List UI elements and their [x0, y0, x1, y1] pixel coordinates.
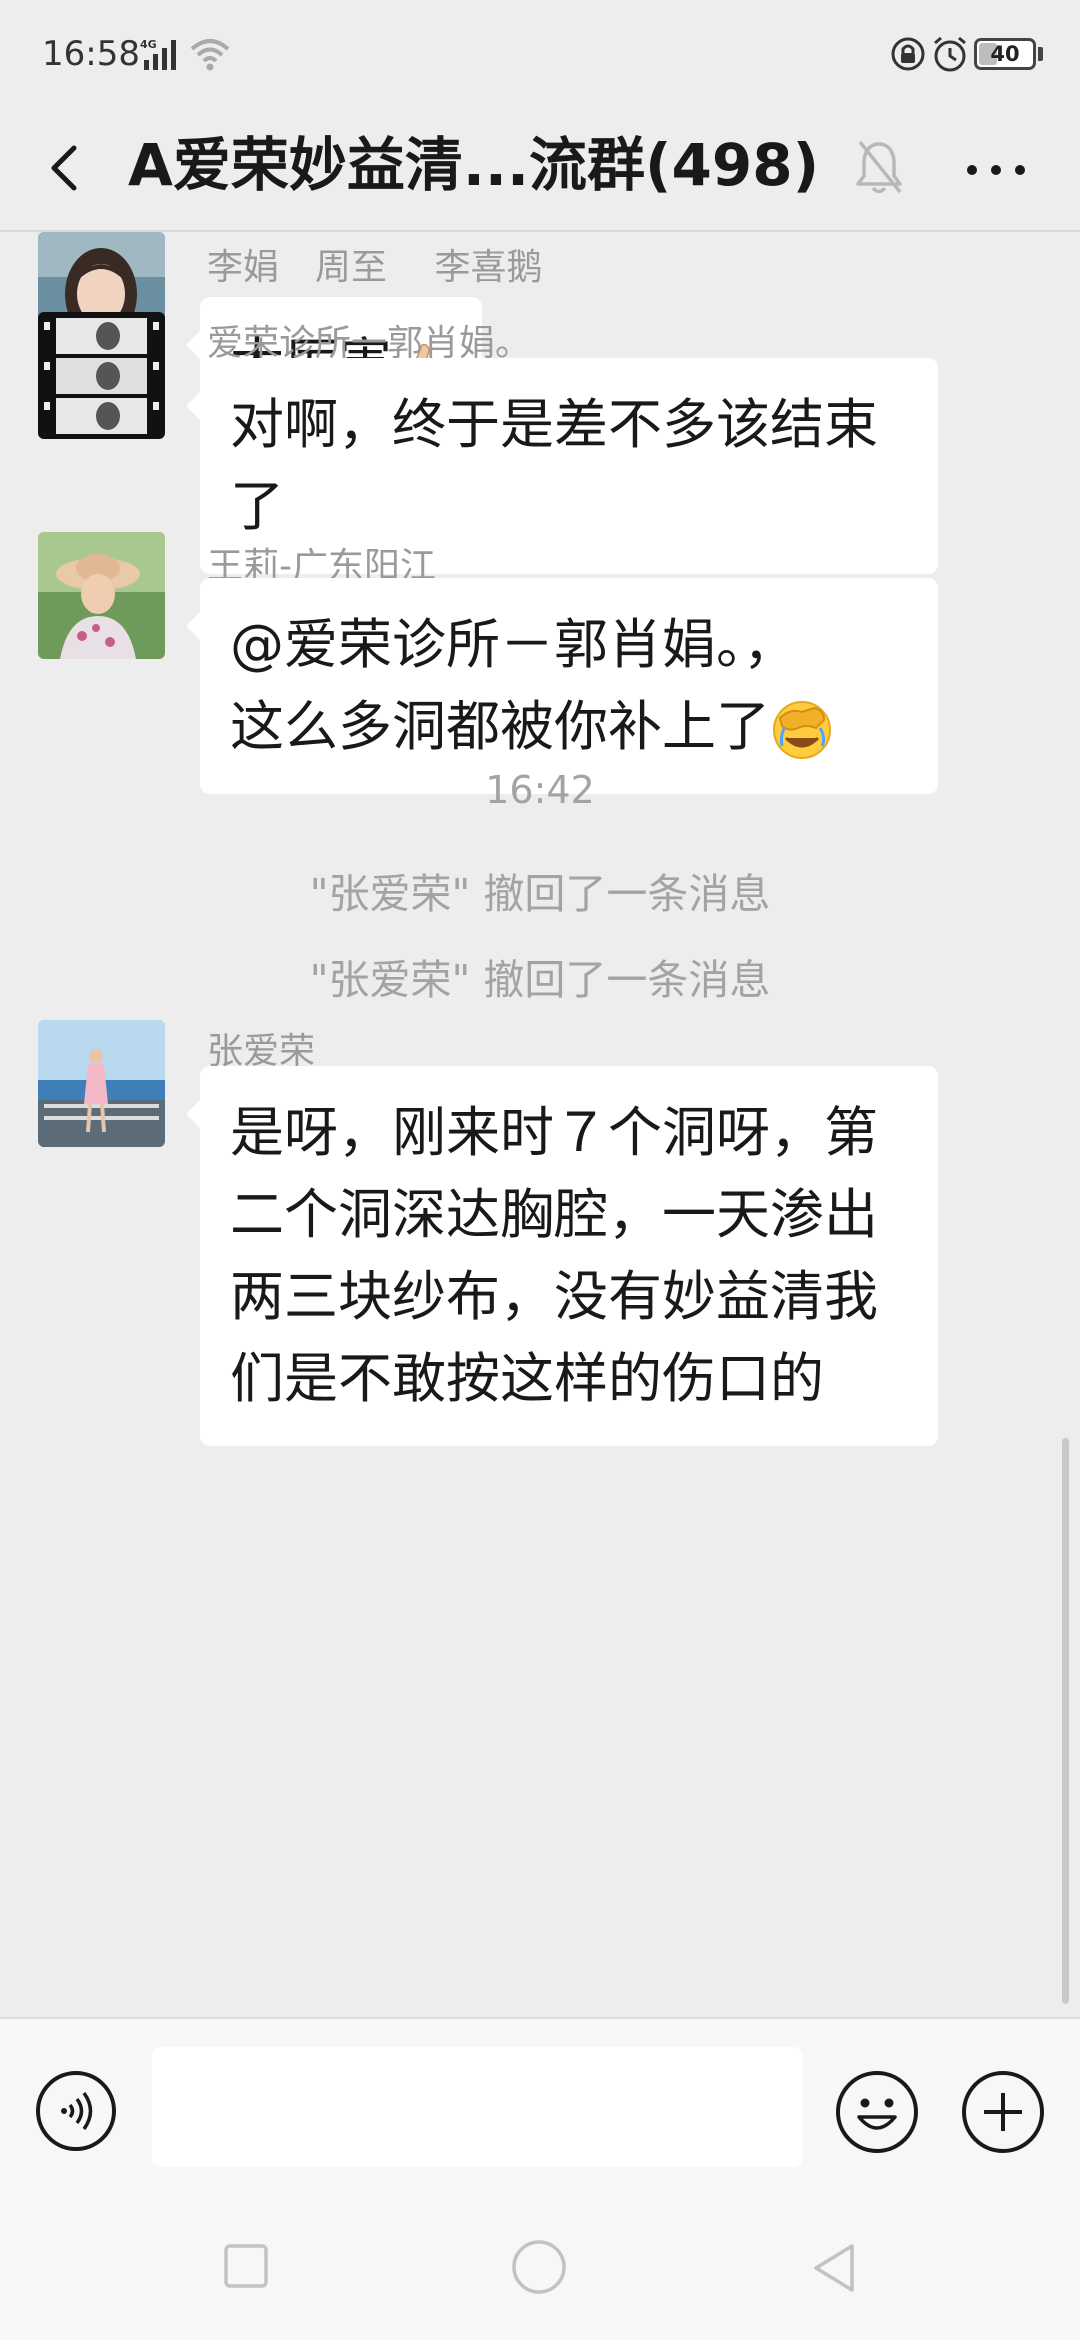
chat-screen: 16:58 4G 40 A爱荣妙益清...流群(498) 李娟 周至 李喜鹅 爱…	[0, 0, 1080, 2340]
input-bar	[0, 2017, 1080, 2200]
recall-notice: "张爱荣" 撤回了一条消息	[309, 870, 771, 918]
message-bubble[interactable]: 是呀，刚来时７个洞呀，第 二个洞深达胸腔，一天渗出 两三块纱布，没有妙益清我 们…	[186, 1066, 938, 1446]
message-text: 二个洞深达胸腔，一天渗出	[230, 1183, 878, 1246]
message-text: 对啊，终于是差不多该结束	[230, 393, 878, 456]
voice-icon[interactable]	[34, 2069, 118, 2153]
nav-back-icon[interactable]	[806, 2240, 862, 2296]
status-bar: 16:58 4G 40	[0, 0, 1080, 110]
avatar[interactable]	[38, 532, 165, 659]
battery-percent: 40	[990, 42, 1020, 66]
message-text: 这么多洞都被你补上了	[230, 695, 770, 758]
alarm-icon	[934, 36, 966, 72]
emoji-icon[interactable]	[834, 2069, 920, 2155]
bell-muted-icon	[856, 140, 902, 194]
message-text: 是呀，刚来时７个洞呀，第	[230, 1101, 878, 1164]
scrollbar[interactable]	[1062, 1438, 1069, 2004]
plus-icon[interactable]	[960, 2069, 1046, 2155]
battery-tip	[1038, 47, 1043, 61]
avatar[interactable]	[38, 312, 165, 439]
message-line: 这么多洞都被你补上了	[230, 686, 908, 768]
message-bubble[interactable]: @爱荣诊所－郭肖娟。， 这么多洞都被你补上了	[186, 578, 938, 794]
system-nav-bar	[0, 2200, 1080, 2340]
home-icon[interactable]	[510, 2238, 568, 2296]
message-text: @爱荣诊所－郭肖娟。，	[230, 613, 797, 676]
status-time: 16:58	[42, 34, 140, 74]
back-chevron-icon[interactable]	[30, 128, 100, 208]
time-divider: 16:42	[485, 768, 595, 812]
cellular-signal-icon: 4G	[140, 38, 176, 70]
message-text: 们是不敢按这样的伤口的	[230, 1347, 824, 1410]
message-text: 两三块纱布，没有妙益清我	[230, 1265, 878, 1328]
avatar[interactable]	[38, 1020, 165, 1147]
message-input[interactable]	[152, 2047, 802, 2167]
chat-title: A爱荣妙益清...流群(498)	[128, 131, 820, 199]
rotation-lock-icon	[891, 37, 925, 71]
wifi-icon	[190, 39, 230, 71]
recall-notice: "张爱荣" 撤回了一条消息	[309, 956, 771, 1004]
network-type: 4G	[140, 38, 157, 51]
face-palm-icon	[773, 701, 831, 760]
battery-icon: 40	[974, 38, 1036, 70]
title-bar: A爱荣妙益清...流群(498)	[0, 110, 1080, 232]
message-list[interactable]: 李娟 周至 李喜鹅 太厉害	[0, 232, 1080, 2017]
more-dots-icon[interactable]	[956, 140, 1036, 200]
message-text: 了	[230, 475, 284, 538]
sender-name: 李娟 周至 李喜鹅	[207, 247, 543, 288]
recent-apps-icon[interactable]	[222, 2242, 270, 2290]
